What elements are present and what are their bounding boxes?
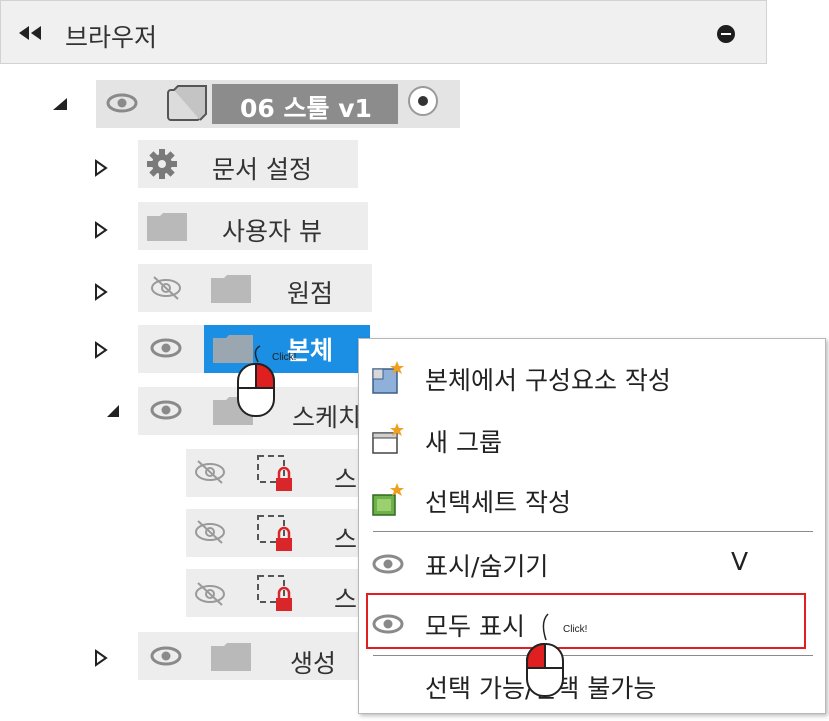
eye-hidden-icon[interactable] [192,518,228,546]
click-annotation: Click! [272,352,297,363]
named-views-label: 사용자 뷰 [222,217,322,246]
cable-icon [542,613,549,641]
construction-label: 생성 [290,649,337,678]
collapsed-arrow-icon[interactable] [93,220,109,240]
collapsed-arrow-icon[interactable] [93,648,109,668]
right-click-mouse-icon [237,362,276,417]
sketches-label: 스케치 [292,403,362,432]
collapsed-arrow-icon[interactable] [93,340,109,360]
component-box-icon [167,85,207,121]
menu-item-create-component[interactable]: 본체에서 구성요소 작성 [359,347,825,407]
menu-item-label: 표시/숨기기 [425,552,549,581]
new-group-icon [372,423,404,454]
selection-set-icon [372,483,404,516]
component-icon [372,361,404,394]
menu-item-selectable[interactable]: 선택 가능/선택 불가능 [359,655,825,715]
sketch-item-label: 스 [334,465,358,494]
expanded-arrow-icon[interactable] [50,94,70,114]
gear-icon [147,149,177,179]
eye-icon [372,554,404,574]
eye-hidden-icon[interactable] [148,274,184,302]
collapsed-arrow-icon[interactable] [93,158,109,178]
menu-separator [373,531,813,532]
eye-hidden-icon[interactable] [192,458,228,486]
locked-sketch-icon [257,575,292,611]
menu-item-label: 선택세트 작성 [425,488,571,517]
eye-hidden-icon[interactable] [192,580,228,608]
browser-header: 브라우저 [0,0,767,64]
collapse-panel-icon[interactable] [15,23,43,43]
origin-label: 원점 [287,279,334,308]
cable-icon [254,345,261,363]
activate-radio-icon[interactable] [408,86,438,116]
menu-item-create-selection-set[interactable]: 선택세트 작성 [359,469,825,529]
menu-item-label: 새 그룹 [425,428,502,457]
locked-sketch-icon [257,455,292,491]
shortcut-key: V [731,547,749,576]
folder-icon [211,643,251,671]
locked-sketch-icon [257,515,292,551]
folder-icon [147,213,187,241]
sketch-item-label: 스 [334,525,358,554]
folder-icon [211,275,251,303]
click-annotation: Click! [563,624,588,635]
eye-icon[interactable] [148,642,184,670]
eye-icon[interactable] [148,334,184,362]
doc-settings-label: 문서 설정 [212,155,312,184]
folder-icon [213,335,253,363]
minimize-icon[interactable] [717,25,735,43]
root-component-label: 06 스툴 v1 [240,94,372,123]
menu-item-show-hide[interactable]: 표시/숨기기 V [359,533,825,593]
collapsed-arrow-icon[interactable] [93,282,109,302]
expanded-arrow-icon[interactable] [104,402,122,420]
browser-title: 브라우저 [65,23,158,52]
eye-icon[interactable] [104,88,140,118]
left-click-mouse-icon [525,642,564,697]
menu-item-label: 본체에서 구성요소 작성 [425,366,671,395]
eye-icon[interactable] [148,396,184,424]
highlight-box [366,593,806,649]
context-menu: 본체에서 구성요소 작성 새 그룹 선택세트 작성 표시/숨기기 V 모두 표시 [358,338,826,714]
sketch-item-label: 스 [334,585,358,614]
menu-item-new-group[interactable]: 새 그룹 [359,409,825,469]
